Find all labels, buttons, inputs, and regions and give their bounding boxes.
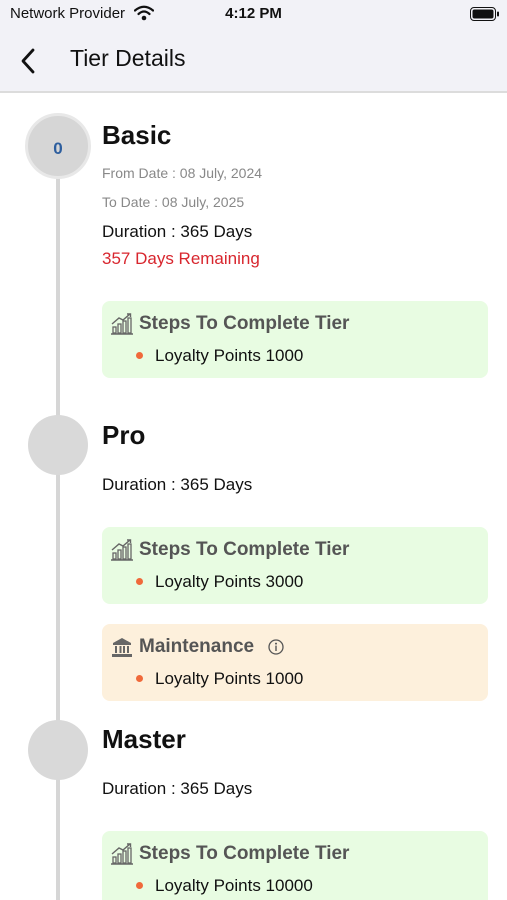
steps-requirement: Loyalty Points 1000 xyxy=(155,346,304,365)
from-date: From Date : 08 July, 2024 xyxy=(102,165,263,181)
tier-name-pro: Pro xyxy=(102,420,146,450)
growth-chart-icon xyxy=(111,539,133,561)
steps-requirement: Loyalty Points 10000 xyxy=(155,876,313,895)
bullet-point xyxy=(136,578,143,585)
back-button[interactable] xyxy=(16,46,44,76)
tier-duration-basic: Duration : 365 Days xyxy=(102,222,253,241)
page-title: Tier Details xyxy=(70,45,186,71)
navigation-bar: Tier Details xyxy=(0,30,507,93)
steps-card-title: Steps To Complete Tier xyxy=(139,539,350,560)
battery-icon xyxy=(470,7,500,26)
growth-chart-icon xyxy=(111,843,133,865)
days-remaining: 357 Days Remaining xyxy=(102,249,260,268)
tier-level: 0 xyxy=(53,139,63,158)
steps-card-basic: Steps To Complete Tier Loyalty Points 10… xyxy=(102,301,488,378)
maintenance-requirement: Loyalty Points 1000 xyxy=(155,669,304,688)
to-date: To Date : 08 July, 2025 xyxy=(102,194,245,210)
tier-node-pro xyxy=(28,415,88,475)
tier-duration-master: Duration : 365 Days xyxy=(102,779,253,798)
bullet-point xyxy=(136,352,143,359)
steps-card-master: Steps To Complete Tier Loyalty Points 10… xyxy=(102,831,488,900)
timeline-line xyxy=(56,150,60,900)
status-time: 4:12 PM xyxy=(225,5,282,22)
growth-chart-icon xyxy=(111,313,133,335)
tier-name-basic: Basic xyxy=(102,120,172,150)
steps-card-title: Steps To Complete Tier xyxy=(139,313,350,334)
tier-node-master xyxy=(28,720,88,780)
bullet-point xyxy=(136,882,143,889)
chevron-left-icon xyxy=(21,48,35,74)
steps-card-pro: Steps To Complete Tier Loyalty Points 30… xyxy=(102,527,488,604)
tier-duration-pro: Duration : 365 Days xyxy=(102,475,253,494)
tier-name-master: Master xyxy=(102,724,186,754)
maintenance-card-title: Maintenance xyxy=(139,636,255,657)
tier-node-basic: 0 xyxy=(25,113,91,179)
steps-card-title: Steps To Complete Tier xyxy=(139,843,350,864)
info-icon[interactable] xyxy=(268,639,284,655)
steps-requirement: Loyalty Points 3000 xyxy=(155,572,304,591)
bullet-point xyxy=(136,675,143,682)
building-icon xyxy=(111,636,133,658)
maintenance-card-pro: Maintenance Loyalty Points 1000 xyxy=(102,624,488,701)
status-bar: Network Provider 4:12 PM xyxy=(0,0,507,30)
